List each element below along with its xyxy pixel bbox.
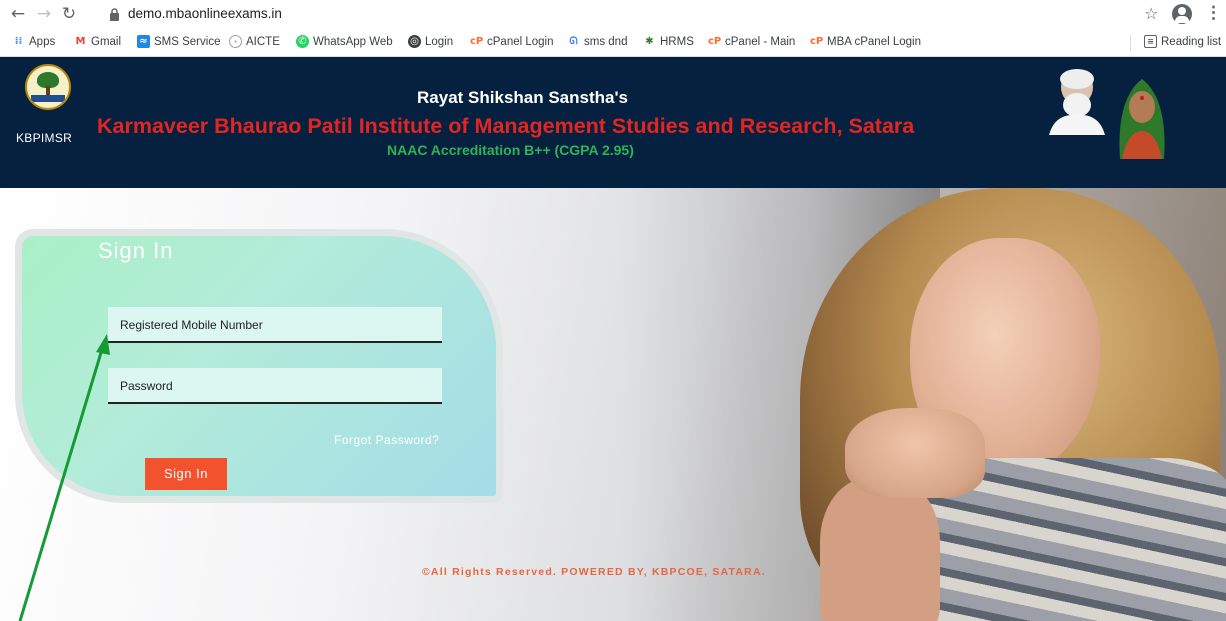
annotation-arrow-icon — [18, 334, 110, 621]
